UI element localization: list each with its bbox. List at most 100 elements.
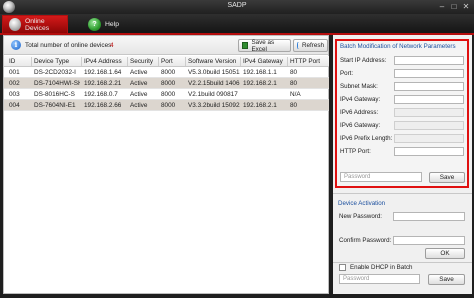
tab-label: Help <box>105 20 119 28</box>
side-panel: Batch Modification of Network Parameters… <box>333 35 472 294</box>
cell-security: Active <box>130 102 148 109</box>
cell-security: Active <box>130 69 148 76</box>
close-icon[interactable]: ✕ <box>460 1 472 12</box>
info-icon: i <box>11 40 21 50</box>
enable-dhcp-label: Enable DHCP in Batch <box>350 264 413 271</box>
ipv4-gateway-label: IPv4 Gateway: <box>340 96 381 103</box>
activation-ok-button[interactable]: OK <box>425 248 465 259</box>
table-row[interactable]: 001 DS-2CD2032-I 192.168.1.64 Active 800… <box>4 67 329 78</box>
cell-port: 8000 <box>161 80 176 87</box>
ipv6-address-field <box>394 108 464 117</box>
start-ip-field[interactable] <box>394 56 464 65</box>
tab-bar: Online Devices ? Help <box>0 14 474 33</box>
device-list-panel: i Total number of online devices: 4 Save… <box>3 35 329 294</box>
cell-device-type: DS-2CD2032-I <box>34 69 76 76</box>
refresh-icon <box>297 42 299 49</box>
enable-dhcp-checkbox[interactable] <box>339 264 346 271</box>
tab-online-devices[interactable]: Online Devices <box>2 15 68 33</box>
ipv6-gateway-field <box>394 121 464 130</box>
column-header-ipv4-address[interactable]: IPv4 Address <box>84 58 126 65</box>
cell-id: 001 <box>9 69 20 76</box>
dhcp-save-button[interactable]: Save <box>428 274 465 285</box>
cell-port: 8000 <box>161 91 176 98</box>
column-header-port[interactable]: Port <box>161 58 185 65</box>
column-header-ipv4-gateway[interactable]: IPv4 Gateway <box>243 58 287 65</box>
table-row[interactable]: 003 DS-8016HC-S 192.168.0.7 Active 8000 … <box>4 89 329 100</box>
column-header-http-port[interactable]: HTTP Port <box>290 58 326 65</box>
batch-section-title: Batch Modification of Network Parameters <box>340 43 456 50</box>
dhcp-password-input[interactable]: Password <box>339 274 420 284</box>
confirm-password-label: Confirm Password: <box>339 237 392 244</box>
ipv6-gateway-label: IPv6 Gateway: <box>340 122 381 129</box>
ipv6-prefix-length-field <box>394 134 464 143</box>
confirm-password-field[interactable] <box>393 236 465 245</box>
cell-http-port: 80 <box>290 80 298 87</box>
cell-ipv4-address: 192.168.1.64 <box>84 69 122 76</box>
total-devices-count: 4 <box>110 42 114 49</box>
cell-id: 003 <box>9 91 20 98</box>
cell-software-version: V5.3.0build 150513 <box>188 69 240 76</box>
section-divider <box>333 193 472 194</box>
http-port-label: HTTP Port: <box>340 148 371 155</box>
window-title: SADP <box>227 2 247 9</box>
cell-ipv4-address: 192.168.0.7 <box>84 91 118 98</box>
device-icon <box>9 18 21 31</box>
activation-section-title: Device Activation <box>338 200 386 207</box>
excel-icon <box>242 42 249 49</box>
port-field[interactable] <box>394 69 464 78</box>
cell-security: Active <box>130 80 148 87</box>
http-port-field[interactable] <box>394 147 464 156</box>
cell-software-version: V2.1build 090817 <box>188 91 238 98</box>
subnet-mask-label: Subnet Mask: <box>340 83 378 90</box>
port-label: Port: <box>340 70 354 77</box>
ipv4-gateway-field[interactable] <box>394 95 464 104</box>
cell-id: 004 <box>9 102 20 109</box>
ipv6-address-label: IPv6 Address: <box>340 109 379 116</box>
refresh-label: Refresh <box>302 42 325 49</box>
cell-software-version: V3.3.2build 150922 <box>188 102 240 109</box>
start-ip-label: Start IP Address: <box>340 57 387 64</box>
section-divider <box>333 262 472 263</box>
column-header-security[interactable]: Security <box>130 58 158 65</box>
title-bar: SADP – □ ✕ <box>0 0 474 14</box>
cell-port: 8000 <box>161 69 176 76</box>
total-devices-label: Total number of online devices: <box>25 42 114 49</box>
maximize-icon[interactable]: □ <box>448 1 460 12</box>
device-toolbar: i Total number of online devices: 4 Save… <box>4 36 328 55</box>
batch-password-input[interactable]: Password <box>340 172 422 182</box>
cell-device-type: DS-8016HC-S <box>34 91 75 98</box>
cell-software-version: V2.2.15build 140618 <box>188 80 240 87</box>
new-password-field[interactable] <box>393 212 465 221</box>
cell-id: 002 <box>9 80 20 87</box>
cell-ipv4-gateway: 192.168.2.1 <box>243 102 277 109</box>
ipv6-prefix-length-label: IPv6 Prefix Length: <box>340 135 393 142</box>
batch-save-button[interactable]: Save <box>429 172 465 183</box>
cell-ipv4-gateway: 192.168.1.1 <box>243 69 277 76</box>
table-row[interactable]: 004 DS-7604NI-E1 192.168.2.66 Active 800… <box>4 100 329 111</box>
tab-help[interactable]: ? Help <box>82 15 138 33</box>
cell-device-type: DS-7604NI-E1 <box>34 102 76 109</box>
new-password-label: New Password: <box>339 213 382 220</box>
cell-http-port: N/A <box>290 91 301 98</box>
cell-ipv4-address: 192.168.2.21 <box>84 80 122 87</box>
cell-device-type: DS-7104HWI-SH <box>34 80 80 87</box>
cell-security: Active <box>130 91 148 98</box>
subnet-mask-field[interactable] <box>394 82 464 91</box>
cell-http-port: 80 <box>290 69 298 76</box>
cell-http-port: 80 <box>290 102 298 109</box>
save-as-excel-label: Save as Excel <box>251 38 275 53</box>
minimize-icon[interactable]: – <box>436 1 448 12</box>
batch-modification-section: Batch Modification of Network Parameters… <box>335 39 469 188</box>
cell-ipv4-address: 192.168.2.66 <box>84 102 122 109</box>
table-header: ID Device Type IPv4 Address Security Por… <box>4 56 329 67</box>
save-as-excel-button[interactable]: Save as Excel <box>238 38 291 53</box>
column-header-id[interactable]: ID <box>9 58 29 65</box>
device-table: ID Device Type IPv4 Address Security Por… <box>4 56 329 111</box>
cell-port: 8000 <box>161 102 176 109</box>
cell-ipv4-gateway: 192.168.2.1 <box>243 80 277 87</box>
column-header-software-version[interactable]: Software Version <box>188 58 240 65</box>
tab-label: Online Devices <box>24 17 50 32</box>
refresh-button[interactable]: Refresh <box>293 39 328 52</box>
table-row[interactable]: 002 DS-7104HWI-SH 192.168.2.21 Active 80… <box>4 78 329 89</box>
column-header-device-type[interactable]: Device Type <box>34 58 80 65</box>
